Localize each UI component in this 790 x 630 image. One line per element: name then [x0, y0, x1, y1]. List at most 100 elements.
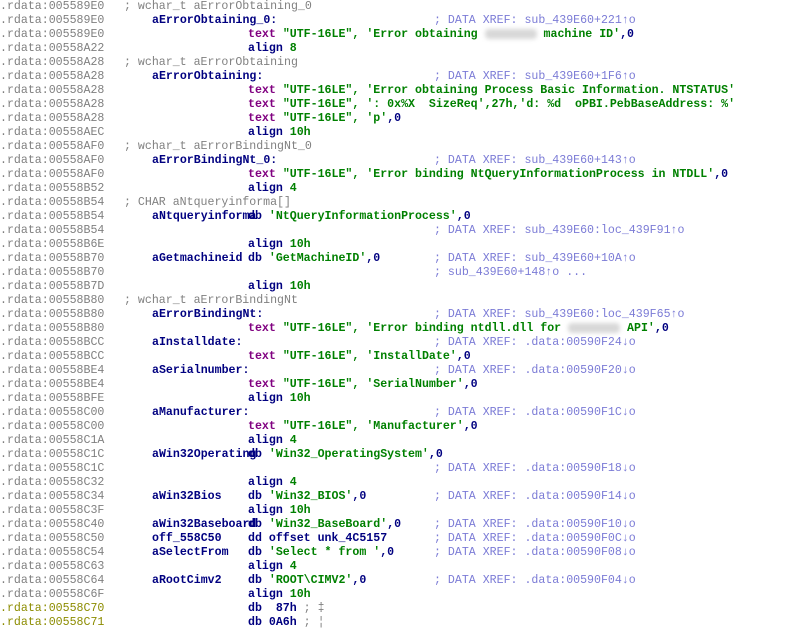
address[interactable]: .rdata:00558B54 — [0, 210, 104, 224]
address[interactable]: .rdata:00558C3F — [0, 504, 104, 518]
address[interactable]: .rdata:00558C1A — [0, 434, 104, 448]
encoding-arg: "UTF-16LE", — [282, 168, 367, 181]
address[interactable]: .rdata:00558AF0 — [0, 140, 104, 154]
symbol-label[interactable]: aSerialnumber: — [152, 364, 249, 378]
address[interactable]: .rdata:00558A28 — [0, 98, 104, 112]
symbol-label[interactable]: aErrorBindingNt_0: — [152, 154, 277, 168]
directive-keyword: text — [248, 378, 276, 391]
symbol-label[interactable]: aSelectFrom — [152, 546, 229, 560]
encoding-arg: "UTF-16LE", — [282, 98, 367, 111]
address[interactable]: .rdata:00558B70 — [0, 266, 104, 280]
address[interactable]: .rdata:00558C71 — [0, 616, 104, 630]
xref-comment[interactable]: ; DATA XREF: sub_439E60+1F6↑o — [434, 70, 636, 84]
address[interactable]: .rdata:00558C00 — [0, 406, 104, 420]
xref-comment[interactable]: ; DATA XREF: .data:00590F20↓o — [434, 364, 636, 378]
address[interactable]: .rdata:00558BE4 — [0, 378, 104, 392]
string-literal: 'SerialNumber' — [366, 378, 464, 391]
directive-keyword: text — [248, 420, 276, 433]
address[interactable]: .rdata:005589E0 — [0, 0, 104, 14]
xref-comment[interactable]: ; DATA XREF: .data:00590F10↓o — [434, 518, 636, 532]
align-directive: align — [248, 126, 283, 139]
address[interactable]: .rdata:00558C50 — [0, 532, 104, 546]
instruction: align 10h — [248, 126, 311, 140]
instruction: text "UTF-16LE", 'Error obtaining machin… — [248, 28, 634, 42]
symbol-label[interactable]: aErrorObtaining: — [152, 70, 263, 84]
redacted-text — [568, 322, 621, 333]
xref-comment[interactable]: ; DATA XREF: .data:00590F04↓o — [434, 574, 636, 588]
xref-comment[interactable]: ; DATA XREF: .data:00590F24↓o — [434, 336, 636, 350]
address[interactable]: .rdata:00558A28 — [0, 70, 104, 84]
align-directive: align — [248, 504, 283, 517]
symbol-label[interactable]: aWin32Baseboard — [152, 518, 256, 532]
address[interactable]: .rdata:00558BCC — [0, 350, 104, 364]
xref-comment[interactable]: ; DATA XREF: sub_439E60+10A↑o — [434, 252, 636, 266]
align-value: 4 — [289, 434, 297, 447]
symbol-label[interactable]: aWin32Operating — [152, 448, 256, 462]
symbol-label[interactable]: aManufacturer: — [152, 406, 249, 420]
symbol-label[interactable]: aErrorObtaining_0: — [152, 14, 277, 28]
address[interactable]: .rdata:00558A28 — [0, 112, 104, 126]
symbol-label[interactable]: aInstalldate: — [152, 336, 242, 350]
address[interactable]: .rdata:00558C00 — [0, 420, 104, 434]
align-directive: align — [248, 392, 283, 405]
address[interactable]: .rdata:00558AF0 — [0, 168, 104, 182]
address[interactable]: .rdata:00558B54 — [0, 224, 104, 238]
symbol-label[interactable]: aNtqueryinforma — [152, 210, 256, 224]
address[interactable]: .rdata:00558BE4 — [0, 364, 104, 378]
address[interactable]: .rdata:00558B70 — [0, 252, 104, 266]
address[interactable]: .rdata:00558C63 — [0, 560, 104, 574]
address[interactable]: .rdata:00558C40 — [0, 518, 104, 532]
type-comment: ; CHAR aNtqueryinforma[] — [124, 196, 291, 209]
symbol-label[interactable]: aRootCimv2 — [152, 574, 222, 588]
xref-comment[interactable]: ; DATA XREF: .data:00590F1C↓o — [434, 406, 636, 420]
align-directive: align — [248, 182, 283, 195]
address[interactable]: .rdata:00558C32 — [0, 476, 104, 490]
address[interactable]: .rdata:00558B80 — [0, 322, 104, 336]
address[interactable]: .rdata:00558C34 — [0, 490, 104, 504]
data-directive: dd offset unk_4C5157 — [248, 532, 388, 545]
address[interactable]: .rdata:00558C6F — [0, 588, 104, 602]
address[interactable]: .rdata:00558A28 — [0, 84, 104, 98]
address[interactable]: .rdata:00558B80 — [0, 294, 104, 308]
address[interactable]: .rdata:00558A22 — [0, 42, 104, 56]
terminator: ,0 — [352, 574, 367, 587]
xref-comment[interactable]: ; DATA XREF: .data:00590F14↓o — [434, 490, 636, 504]
xref-comment[interactable]: ; DATA XREF: .data:00590F08↓o — [434, 546, 636, 560]
address[interactable]: .rdata:00558C54 — [0, 546, 104, 560]
address[interactable]: .rdata:00558C1C — [0, 448, 104, 462]
instruction: db 'Win32_BaseBoard',0 — [248, 518, 401, 532]
address[interactable]: .rdata:00558C64 — [0, 574, 104, 588]
address[interactable]: .rdata:00558B54 — [0, 196, 104, 210]
xref-comment[interactable]: ; DATA XREF: .data:00590F18↓o — [434, 462, 636, 476]
align-directive: align — [248, 238, 283, 251]
address[interactable]: .rdata:005589E0 — [0, 14, 104, 28]
instruction: text "UTF-16LE", 'Manufacturer',0 — [248, 420, 478, 434]
address[interactable]: .rdata:00558BCC — [0, 336, 104, 350]
address[interactable]: .rdata:00558C1C — [0, 462, 104, 476]
symbol-label[interactable]: aErrorBindingNt: — [152, 308, 263, 322]
address[interactable]: .rdata:00558AF0 — [0, 154, 104, 168]
xref-comment[interactable]: ; DATA XREF: .data:00590F0C↓o — [434, 532, 636, 546]
address[interactable]: .rdata:00558B52 — [0, 182, 104, 196]
address[interactable]: .rdata:00558C70 — [0, 602, 104, 616]
address[interactable]: .rdata:005589E0 — [0, 28, 104, 42]
symbol-label[interactable]: aWin32Bios — [152, 490, 222, 504]
address[interactable]: .rdata:00558A28 — [0, 56, 104, 70]
align-value: 10h — [289, 392, 311, 405]
data-directive: db — [248, 546, 269, 559]
xref-comment[interactable]: ; DATA XREF: sub_439E60+221↑o — [434, 14, 636, 28]
xref-comment[interactable]: ; DATA XREF: sub_439E60:loc_439F65↑o — [434, 308, 684, 322]
address[interactable]: .rdata:00558AEC — [0, 126, 104, 140]
address[interactable]: .rdata:00558B80 — [0, 308, 104, 322]
address[interactable]: .rdata:00558BFE — [0, 392, 104, 406]
symbol-label[interactable]: aGetmachineid — [152, 252, 242, 266]
xref-comment[interactable]: ; sub_439E60+148↑o ... — [434, 266, 587, 280]
align-directive: align — [248, 42, 283, 55]
symbol-label[interactable]: off_558C50 — [152, 532, 222, 546]
address[interactable]: .rdata:00558B6E — [0, 238, 104, 252]
xref-comment[interactable]: ; DATA XREF: sub_439E60:loc_439F91↑o — [434, 224, 684, 238]
align-directive: align — [248, 560, 283, 573]
address[interactable]: .rdata:00558B7D — [0, 280, 104, 294]
xref-comment[interactable]: ; DATA XREF: sub_439E60+143↑o — [434, 154, 636, 168]
align-value: 4 — [289, 476, 297, 489]
